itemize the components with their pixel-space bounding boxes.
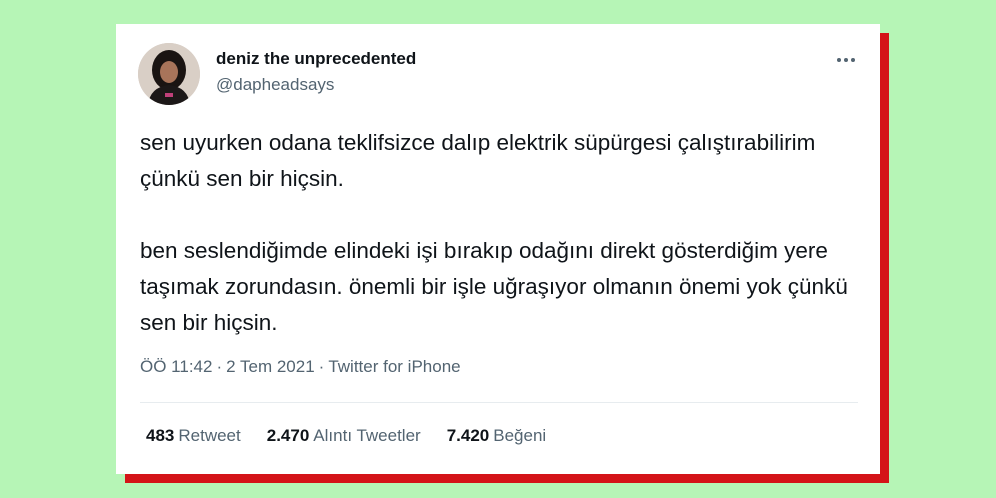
tweet-date[interactable]: 2 Tem 2021 (226, 357, 315, 376)
tweet-paragraph: ben seslendiğimde elindeki işi bırakıp o… (140, 238, 848, 335)
tweet-text: sen uyurken odana teklifsizce dalıp elek… (140, 125, 860, 341)
like-count: 7.420 (446, 426, 490, 445)
divider (140, 402, 858, 403)
retweets-stat[interactable]: 483 Retweet (146, 426, 241, 446)
likes-stat[interactable]: 7.420 Beğeni (447, 426, 546, 446)
more-options-icon[interactable] (832, 46, 860, 74)
quote-count: 2.470 (266, 426, 310, 445)
dot-icon (844, 58, 848, 62)
quotes-stat[interactable]: 2.470 Alıntı Tweetler (267, 426, 421, 446)
tweet-card: deniz the unprecedented @dapheadsays sen… (116, 24, 880, 474)
separator: · (216, 357, 223, 376)
tweet-metadata: ÖÖ 11:42 · 2 Tem 2021 · Twitter for iPhone (140, 357, 461, 377)
quote-label: Alıntı Tweetler (313, 426, 421, 445)
retweet-count: 483 (146, 426, 175, 445)
engagement-stats: 483 Retweet 2.470 Alıntı Tweetler 7.420 Beğ… (146, 426, 572, 446)
tweet-time[interactable]: ÖÖ 11:42 (140, 357, 212, 376)
like-label: Beğeni (493, 426, 547, 445)
dot-icon (837, 58, 841, 62)
separator: · (318, 357, 325, 376)
profile-photo-icon (138, 43, 200, 105)
avatar[interactable] (138, 43, 200, 105)
tweet-source[interactable]: Twitter for iPhone (328, 357, 460, 376)
display-name[interactable]: deniz the unprecedented (216, 49, 416, 69)
dot-icon (851, 58, 855, 62)
user-handle[interactable]: @dapheadsays (216, 75, 334, 95)
retweet-label: Retweet (178, 426, 241, 445)
tweet-paragraph: sen uyurken odana teklifsizce dalıp elek… (140, 130, 816, 191)
